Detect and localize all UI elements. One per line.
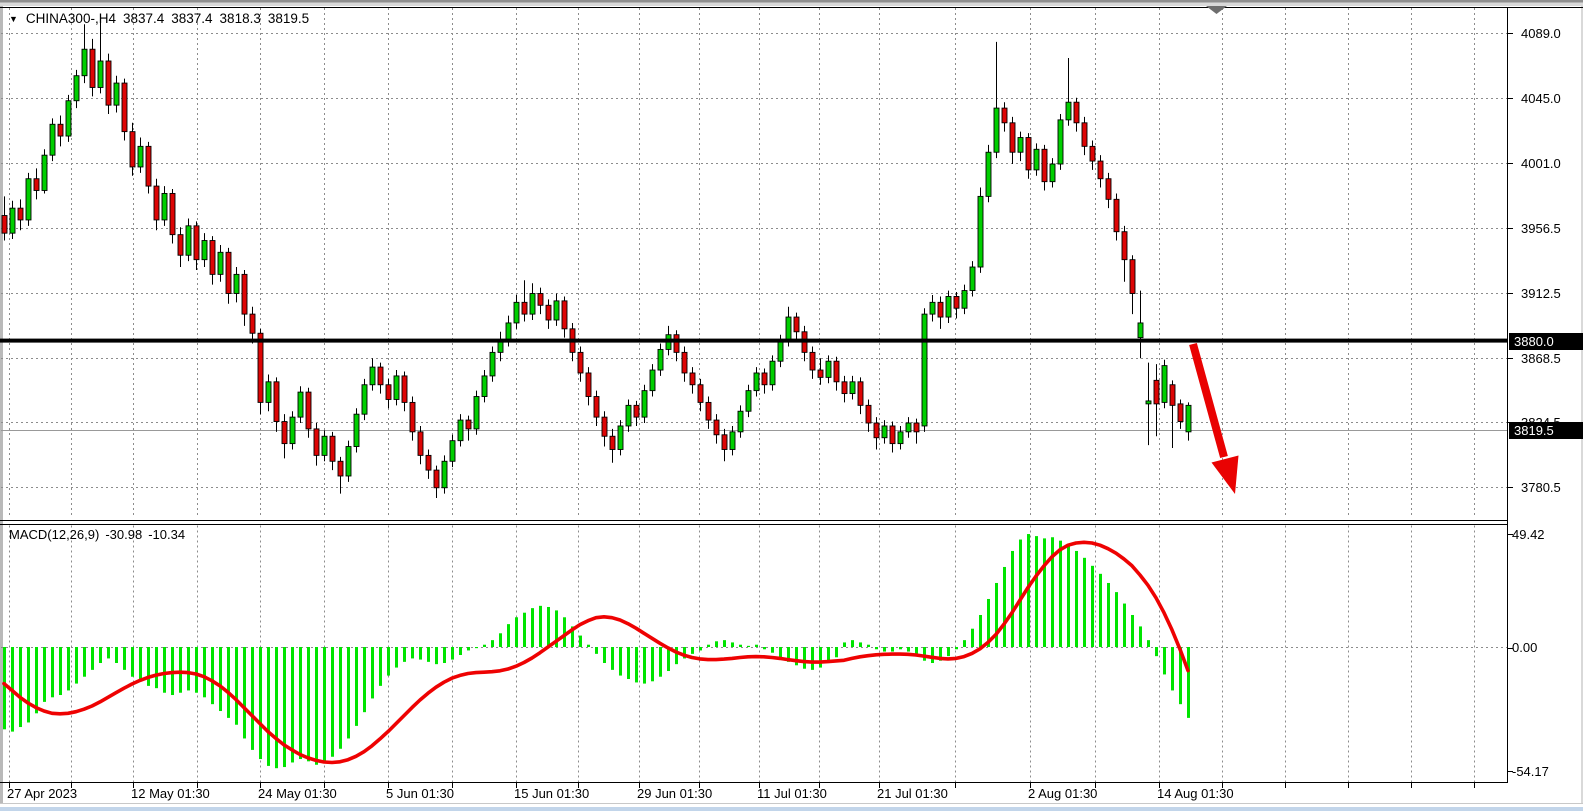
- chart-shift-marker-icon[interactable]: [1206, 6, 1227, 14]
- macd-indicator-label: MACD(12,26,9) -30.98 -10.34: [9, 527, 185, 542]
- horizontal-price-line[interactable]: [0, 339, 1508, 343]
- time-axis-label: 24 May 01:30: [258, 786, 337, 801]
- price-axis-label: 4045.0: [1521, 91, 1561, 106]
- chart-canvas[interactable]: [0, 0, 1583, 811]
- time-axis-label: 2 Aug 01:30: [1028, 786, 1097, 801]
- time-axis-label: 11 Jul 01:30: [757, 786, 827, 801]
- time-axis-label: 15 Jun 01:30: [514, 786, 589, 801]
- price-axis-label: 4001.0: [1521, 156, 1561, 171]
- macd-histogram-layer: [3, 534, 1190, 768]
- chart-header: ▼ CHINA300-,H4 3837.4 3837.4 3818.3 3819.5: [9, 11, 309, 26]
- price-axis-label: 3956.5: [1521, 221, 1561, 236]
- symbol-period-label: CHINA300-,H4: [26, 11, 116, 26]
- time-axis-label: 27 Apr 2023: [7, 786, 77, 801]
- time-axis-label: 29 Jun 01:30: [637, 786, 712, 801]
- time-axis-label: 14 Aug 01:30: [1157, 786, 1234, 801]
- macd-main-value: -30.98: [105, 527, 142, 542]
- ohlc-open: 3837.4: [123, 11, 164, 26]
- price-axis-label: 3912.5: [1521, 286, 1561, 301]
- macd-axis-min: -54.17: [1512, 764, 1549, 779]
- time-axis-label: 12 May 01:30: [131, 786, 210, 801]
- price-line-badge: 3880.0: [1509, 333, 1583, 350]
- time-axis-label: 5 Jun 01:30: [386, 786, 454, 801]
- time-axis-label: 21 Jul 01:30: [877, 786, 948, 801]
- candlesticks-layer: [2, 17, 1191, 498]
- macd-signal-value: -10.34: [148, 527, 185, 542]
- macd-name: MACD(12,26,9): [9, 527, 99, 542]
- bid-price-badge: 3819.5: [1509, 422, 1583, 439]
- ohlc-close: 3819.5: [268, 11, 309, 26]
- ohlc-low: 3818.3: [220, 11, 261, 26]
- ohlc-high: 3837.4: [171, 11, 212, 26]
- chevron-down-icon: ▼: [9, 14, 18, 24]
- gridlines-layer: [1, 8, 1507, 782]
- chart-window: ▼ CHINA300-,H4 3837.4 3837.4 3818.3 3819.5 MA…: [0, 0, 1583, 811]
- macd-axis-zero: 0.00: [1512, 640, 1537, 655]
- macd-axis-max: 49.42: [1512, 527, 1545, 542]
- price-axis-label: 3780.5: [1521, 480, 1561, 495]
- price-axis-label: 3868.5: [1521, 351, 1561, 366]
- down-arrow-icon: [1193, 344, 1239, 494]
- price-axis-label: 4089.0: [1521, 26, 1561, 41]
